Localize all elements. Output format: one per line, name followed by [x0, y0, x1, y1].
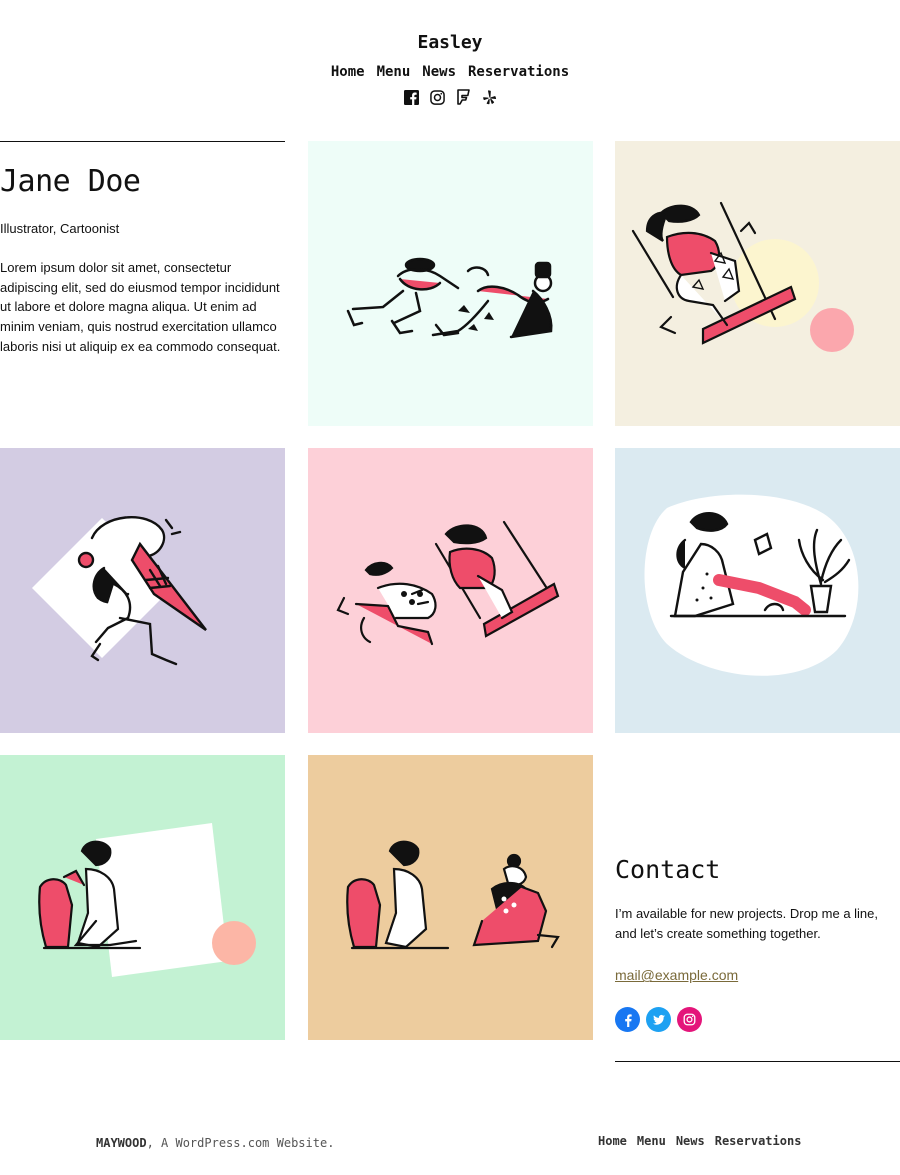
bio-name: Jane Doe [0, 164, 141, 199]
illustration-swing [615, 141, 900, 426]
footer-credit: MAYWOOD, A WordPress.com Website. [96, 1136, 334, 1150]
contact-title: Contact [615, 855, 721, 884]
bio-description: Lorem ipsum dolor sit amet, consectetur … [0, 260, 281, 354]
nav-news[interactable]: News [422, 64, 456, 80]
nav-home[interactable]: Home [331, 64, 365, 80]
contact-text: I’m available for new projects. Drop me … [615, 906, 879, 941]
primary-nav: Home Menu News Reservations [0, 64, 900, 80]
footer-nav: Home Menu News Reservations [598, 1134, 801, 1148]
illustration-chase [308, 141, 593, 426]
illustration-dog-friend [0, 755, 285, 1040]
footer-tagline: , A WordPress.com Website. [146, 1136, 335, 1150]
facebook-icon[interactable] [403, 88, 419, 106]
divider [615, 1061, 900, 1062]
footer-nav-reservations[interactable]: Reservations [715, 1134, 802, 1148]
footer-nav-menu[interactable]: Menu [637, 1134, 666, 1148]
illustration-friends [308, 755, 593, 1040]
bio-section: Jane Doe Illustrator, Cartoonist Lorem i… [0, 141, 285, 357]
illustration-swing-duo [308, 448, 593, 733]
twitter-icon[interactable] [646, 1007, 671, 1033]
footer-brand[interactable]: MAYWOOD [96, 1136, 147, 1150]
gallery-tile-reading[interactable] [615, 448, 900, 733]
instagram-icon[interactable] [677, 1007, 702, 1033]
gallery-tile-friends[interactable] [308, 755, 593, 1040]
nav-reservations[interactable]: Reservations [468, 64, 569, 80]
gallery-tile-ice-cream[interactable] [0, 448, 285, 733]
gallery-tile-chase[interactable] [308, 141, 593, 426]
yelp-icon[interactable] [481, 88, 497, 106]
site-title[interactable]: Easley [0, 32, 900, 53]
nav-menu[interactable]: Menu [377, 64, 411, 80]
bio-role: Illustrator, Cartoonist [0, 221, 120, 236]
foursquare-icon[interactable] [455, 88, 471, 106]
header-social-links [0, 88, 900, 106]
footer-nav-home[interactable]: Home [598, 1134, 627, 1148]
contact-email-link[interactable]: mail@example.com [615, 967, 900, 983]
instagram-icon[interactable] [429, 88, 445, 106]
illustration-ice-cream [0, 448, 285, 733]
facebook-icon[interactable] [615, 1007, 640, 1033]
contact-social-links [615, 1007, 900, 1033]
illustration-reading [615, 448, 900, 733]
footer-nav-news[interactable]: News [676, 1134, 705, 1148]
divider [0, 141, 285, 142]
gallery-tile-swing[interactable] [615, 141, 900, 426]
gallery-tile-swing-duo[interactable] [308, 448, 593, 733]
contact-section: Contact I’m available for new projects. … [615, 855, 900, 1033]
gallery-tile-dog-friend[interactable] [0, 755, 285, 1040]
